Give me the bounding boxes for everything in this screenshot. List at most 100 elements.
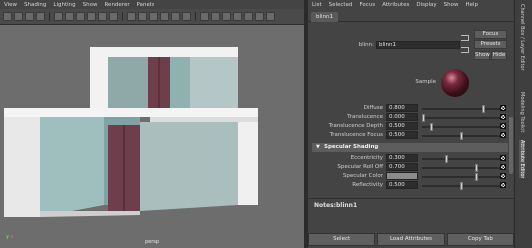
slider-knob[interactable]	[459, 182, 463, 190]
output-connection-icon[interactable]	[461, 47, 469, 53]
menu-display[interactable]: Display	[416, 2, 436, 8]
slider-knob[interactable]	[422, 114, 425, 122]
film-gate-icon[interactable]	[65, 12, 74, 21]
slider-knob[interactable]	[459, 132, 463, 140]
menu-selected[interactable]: Selected	[329, 2, 353, 8]
slider-knob[interactable]	[482, 105, 485, 113]
attr-slider[interactable]	[422, 105, 500, 113]
hide-button[interactable]: Hide	[491, 51, 507, 60]
input-connection-icon[interactable]	[461, 35, 469, 41]
attr-slider[interactable]	[422, 182, 500, 190]
slider-knob[interactable]	[429, 123, 433, 131]
menu-list[interactable]: List	[312, 2, 322, 8]
attribute-scrollbar[interactable]	[509, 117, 513, 174]
bookmark-icon[interactable]	[25, 12, 34, 21]
grid-icon[interactable]	[54, 12, 63, 21]
attr-label: Specular Color	[342, 173, 383, 179]
map-texture-icon[interactable]	[500, 105, 506, 111]
material-sample-swatch	[441, 69, 469, 97]
field-chart-icon[interactable]	[98, 12, 107, 21]
focus-button[interactable]: Focus	[474, 30, 507, 39]
load-attributes-button[interactable]: Load Attributes	[377, 233, 445, 246]
menu-renderer[interactable]: Renderer	[104, 2, 129, 8]
gate-mask-icon[interactable]	[87, 12, 96, 21]
menu-view[interactable]: View	[4, 2, 17, 8]
attr-slider[interactable]	[422, 155, 500, 163]
motion-blur-icon[interactable]	[244, 12, 253, 21]
node-tabstrip: blinn1	[308, 12, 514, 22]
notes-area[interactable]: Notes: blinn1	[308, 198, 514, 230]
attr-value-field[interactable]: 0.000	[386, 113, 418, 121]
attr-label: Eccentricity	[350, 155, 383, 161]
slider-knob[interactable]	[474, 164, 478, 172]
slider-knob[interactable]	[444, 155, 448, 163]
shadows-icon[interactable]	[182, 12, 191, 21]
tab-blinn1[interactable]: blinn1	[311, 12, 339, 22]
image-plane-icon[interactable]	[36, 12, 45, 21]
ambient-occlusion-icon[interactable]	[233, 12, 242, 21]
menu-attributes[interactable]: Attributes	[382, 2, 409, 8]
map-texture-icon[interactable]	[500, 164, 506, 170]
attr-value-field[interactable]: 0.700	[386, 163, 418, 171]
smooth-shade-icon[interactable]	[138, 12, 147, 21]
map-texture-icon[interactable]	[500, 173, 506, 179]
xray-joints-icon[interactable]	[211, 12, 220, 21]
anti-aliasing-icon[interactable]	[255, 12, 264, 21]
perspective-viewport[interactable]: y x persp	[0, 25, 304, 248]
attr-slider[interactable]	[422, 132, 500, 140]
slider-knob[interactable]	[474, 173, 478, 181]
attribute-editor-panel: blinn1 blinn: blinn1 Focus Presets Show …	[308, 9, 514, 248]
specular-color-swatch[interactable]	[386, 172, 418, 180]
side-tab-strip: Channel Box / Layer Editor Modeling Tool…	[514, 0, 532, 248]
tab-modeling-toolkit[interactable]: Modeling Toolkit	[519, 92, 525, 132]
show-button[interactable]: Show	[474, 51, 490, 60]
menu-focus[interactable]: Focus	[359, 2, 375, 8]
map-texture-icon[interactable]	[500, 114, 506, 120]
maya-window: { "viewport": { "menu": ["View","Shading…	[0, 0, 532, 248]
toolbar-separator	[122, 12, 123, 21]
lights-icon[interactable]	[171, 12, 180, 21]
select-button[interactable]: Select	[308, 233, 376, 246]
attr-slider[interactable]	[422, 123, 500, 131]
attr-value-field[interactable]: 0.800	[386, 104, 418, 112]
menu-shading[interactable]: Shading	[24, 2, 46, 8]
depth-of-field-icon[interactable]	[266, 12, 275, 21]
attr-row-translucence-focus: Translucence Focus 0.500	[308, 131, 508, 140]
attr-row-translucence: Translucence 0.000	[308, 113, 508, 122]
menu-panels[interactable]: Panels	[137, 2, 155, 8]
node-name-field[interactable]: blinn1	[376, 41, 460, 49]
attr-value-field[interactable]: 0.500	[386, 122, 418, 130]
xray-icon[interactable]	[200, 12, 209, 21]
bottom-button-bar: Select Load Attributes Copy Tab	[308, 233, 514, 246]
wireframe-on-shaded-icon[interactable]	[149, 12, 158, 21]
menu-show[interactable]: Show	[444, 2, 459, 8]
attr-value-field[interactable]: 0.500	[386, 131, 418, 139]
map-texture-icon[interactable]	[500, 155, 506, 161]
map-texture-icon[interactable]	[500, 123, 506, 129]
map-texture-icon[interactable]	[500, 132, 506, 138]
attr-value-field[interactable]: 0.300	[386, 154, 418, 162]
menu-help[interactable]: Help	[465, 2, 478, 8]
menu-show[interactable]: Show	[83, 2, 98, 8]
select-camera-icon[interactable]	[3, 12, 12, 21]
copy-tab-button[interactable]: Copy Tab	[446, 233, 514, 246]
attr-value-field[interactable]: 0.500	[386, 181, 418, 189]
tab-channel-box-layer-editor[interactable]: Channel Box / Layer Editor	[519, 4, 525, 71]
wireframe-icon[interactable]	[127, 12, 136, 21]
tab-attribute-editor[interactable]: Attribute Editor	[519, 140, 525, 179]
attr-slider[interactable]	[422, 114, 500, 122]
attr-slider[interactable]	[422, 164, 500, 172]
map-texture-icon[interactable]	[500, 182, 506, 188]
presets-button[interactable]: Presets	[474, 40, 507, 49]
attr-slider[interactable]	[422, 173, 500, 181]
menu-lighting[interactable]: Lighting	[53, 2, 75, 8]
textured-icon[interactable]	[160, 12, 169, 21]
attr-row-specular-roll-off: Specular Roll Off 0.700	[308, 163, 508, 172]
specular-shading-section-header[interactable]: ▼ Specular Shading	[312, 143, 508, 152]
camera-attributes-icon[interactable]	[14, 12, 23, 21]
resolution-gate-icon[interactable]	[76, 12, 85, 21]
safe-action-icon[interactable]	[109, 12, 118, 21]
attr-label: Specular Roll Off	[337, 164, 383, 170]
attr-row-specular-color: Specular Color	[308, 172, 508, 181]
isolate-select-icon[interactable]	[222, 12, 231, 21]
